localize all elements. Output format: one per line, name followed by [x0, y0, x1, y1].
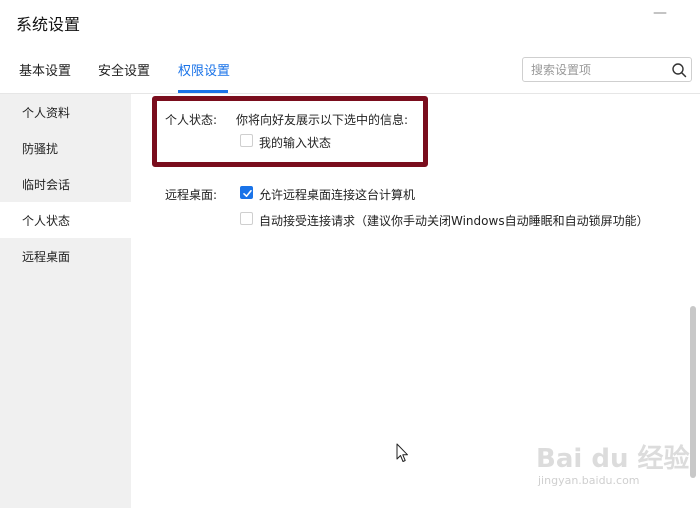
- tab-security-settings[interactable]: 安全设置: [98, 60, 150, 79]
- sidebar-item-anti-harassment[interactable]: 防骚扰: [0, 130, 131, 166]
- sidebar-item-personal-status[interactable]: 个人状态: [0, 202, 131, 238]
- minimize-button[interactable]: —: [650, 3, 670, 23]
- personal-status-label: 个人状态:: [165, 113, 218, 127]
- sidebar-item-remote-desktop[interactable]: 远程桌面: [0, 238, 131, 274]
- tab-basic-settings[interactable]: 基本设置: [19, 60, 71, 79]
- vertical-scrollbar[interactable]: [690, 306, 696, 478]
- mouse-cursor-icon: [396, 443, 408, 462]
- active-tab-indicator: [178, 90, 228, 93]
- search-input[interactable]: [529, 60, 673, 80]
- remote-desktop-label: 远程桌面:: [165, 188, 218, 202]
- sidebar: 个人资料 防骚扰 临时会话 个人状态 远程桌面: [0, 94, 131, 508]
- title-bar: 系统设置 —: [0, 0, 700, 46]
- sidebar-item-label: 远程桌面: [22, 250, 71, 264]
- search-icon[interactable]: [671, 62, 687, 78]
- personal-status-description: 你将向好友展示以下选中的信息:: [236, 113, 409, 127]
- sidebar-item-label: 个人状态: [22, 214, 71, 228]
- settings-window: 系统设置 — 基本设置 安全设置 权限设置 个人资料 防骚扰 临时会话 个人状态: [0, 0, 700, 508]
- window-title: 系统设置: [16, 15, 81, 34]
- auto-accept-checkbox[interactable]: [240, 212, 253, 225]
- tab-bar: 基本设置 安全设置 权限设置: [0, 46, 700, 94]
- sidebar-item-label: 个人资料: [22, 106, 71, 120]
- sidebar-item-label: 临时会话: [22, 178, 71, 192]
- sidebar-item-temp-chat[interactable]: 临时会话: [0, 166, 131, 202]
- check-icon: [243, 189, 252, 197]
- auto-accept-label: 自动接受连接请求（建议你手动关闭Windows自动睡眠和自动锁屏功能）: [259, 214, 649, 228]
- typing-status-label: 我的输入状态: [259, 136, 332, 150]
- tab-permission-settings[interactable]: 权限设置: [178, 60, 230, 79]
- sidebar-item-label: 防骚扰: [22, 142, 59, 156]
- allow-remote-desktop-label: 允许远程桌面连接这台计算机: [259, 188, 416, 202]
- settings-content: [131, 94, 700, 508]
- typing-status-checkbox[interactable]: [240, 134, 253, 147]
- search-box[interactable]: [522, 57, 692, 82]
- allow-remote-desktop-checkbox[interactable]: [240, 186, 253, 199]
- minimize-icon: —: [653, 5, 667, 21]
- sidebar-item-profile[interactable]: 个人资料: [0, 94, 131, 130]
